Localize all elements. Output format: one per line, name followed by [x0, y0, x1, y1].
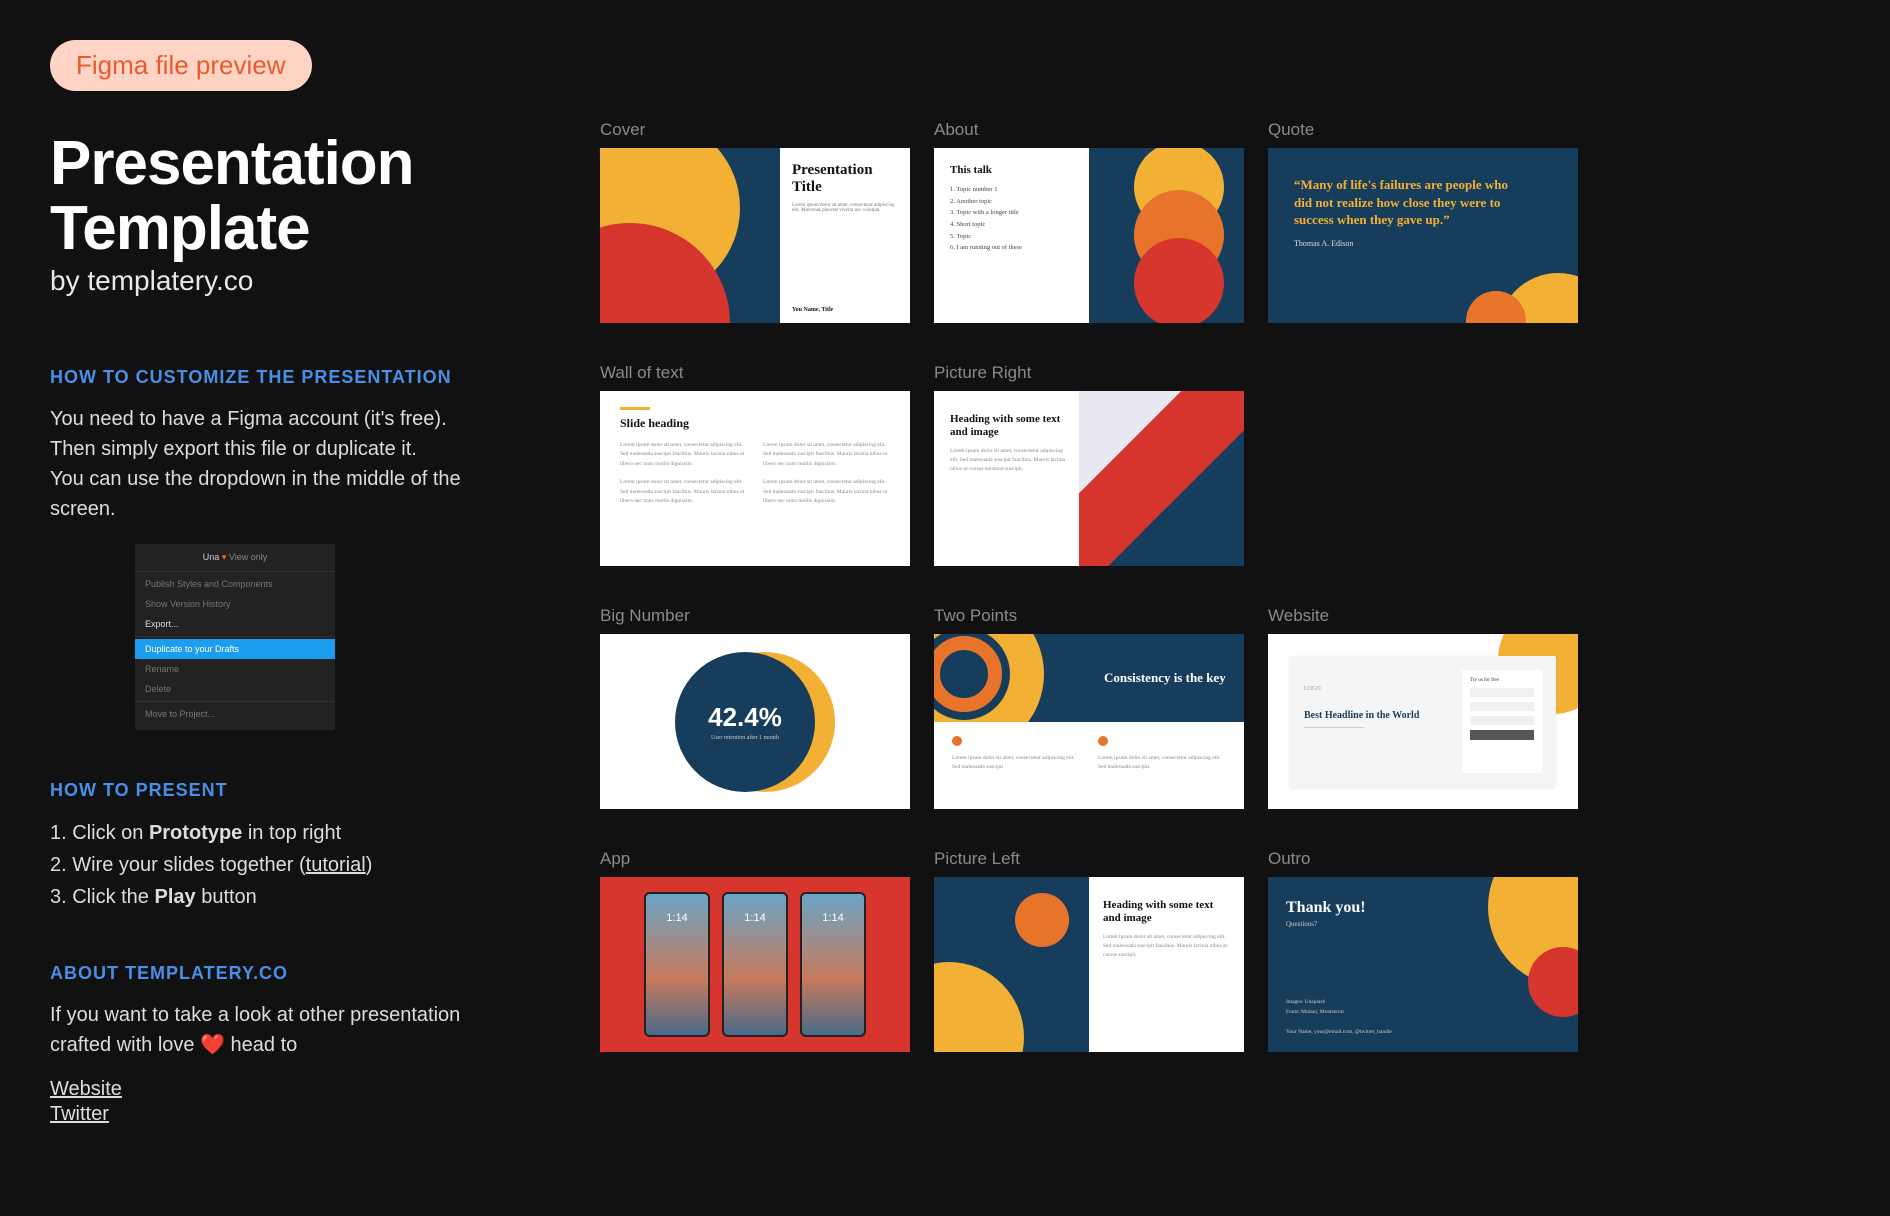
slide-about[interactable]: This talk 1. Topic number 1 2. Another t… [934, 148, 1244, 323]
slide-label-ws: Website [1268, 606, 1578, 626]
section-about-label: ABOUT TEMPLATERY.CO [50, 963, 510, 984]
slide-website[interactable]: LOGO Best Headline in the World Try us f… [1268, 634, 1578, 809]
section-customize-label: HOW TO CUSTOMIZE THE PRESENTATION [50, 367, 510, 388]
page-title: Presentation Template [50, 131, 510, 261]
twitter-link[interactable]: Twitter [50, 1103, 510, 1126]
customize-p2: Then simply export this file or duplicat… [50, 438, 417, 460]
slide-label-pr: Picture Right [934, 363, 1244, 383]
slide-two-points[interactable]: Consistency is the key Lorem ipsum dolor… [934, 634, 1244, 809]
present-step-2: 2. Wire your slides together (tutorial) [50, 849, 510, 881]
figma-menu-screenshot: Una ▾ View only Publish Styles and Compo… [135, 544, 335, 730]
slide-label-about: About [934, 120, 1244, 140]
about-text: If you want to take a look at other pres… [50, 1000, 510, 1060]
slide-picture-right[interactable]: Heading with some text and image Lorem i… [934, 391, 1244, 566]
slide-wall-of-text[interactable]: Slide heading Lorem ipsum dolor sit amet… [600, 391, 910, 566]
slide-label-bn: Big Number [600, 606, 910, 626]
customize-p1: You need to have a Figma account (it's f… [50, 408, 447, 430]
slide-outro[interactable]: Thank you! Questions? Images: Unsplash F… [1268, 877, 1578, 1052]
preview-badge: Figma file preview [50, 40, 312, 91]
slide-picture-left[interactable]: Heading with some text and image Lorem i… [934, 877, 1244, 1052]
website-link[interactable]: Website [50, 1078, 510, 1101]
tutorial-link[interactable]: tutorial [306, 854, 366, 876]
section-present-label: HOW TO PRESENT [50, 780, 510, 801]
slide-label-pl: Picture Left [934, 849, 1244, 869]
slide-label-tp: Two Points [934, 606, 1244, 626]
present-step-3: 3. Click the Play button [50, 881, 510, 913]
slide-label-cover: Cover [600, 120, 910, 140]
customize-p3: You can use the dropdown in the middle o… [50, 468, 461, 520]
present-step-1: 1. Click on Prototype in top right [50, 817, 510, 849]
slide-app[interactable] [600, 877, 910, 1052]
byline: by templatery.co [50, 265, 510, 297]
slide-cover[interactable]: Presentation Title Lorem ipsum dolor sit… [600, 148, 910, 323]
slide-big-number[interactable]: 42.4% User retention after 1 month [600, 634, 910, 809]
slide-label-ot: Outro [1268, 849, 1578, 869]
slide-quote[interactable]: “Many of life's failures are people who … [1268, 148, 1578, 323]
slide-label-quote: Quote [1268, 120, 1578, 140]
slide-label-app: App [600, 849, 910, 869]
slide-label-wot: Wall of text [600, 363, 910, 383]
